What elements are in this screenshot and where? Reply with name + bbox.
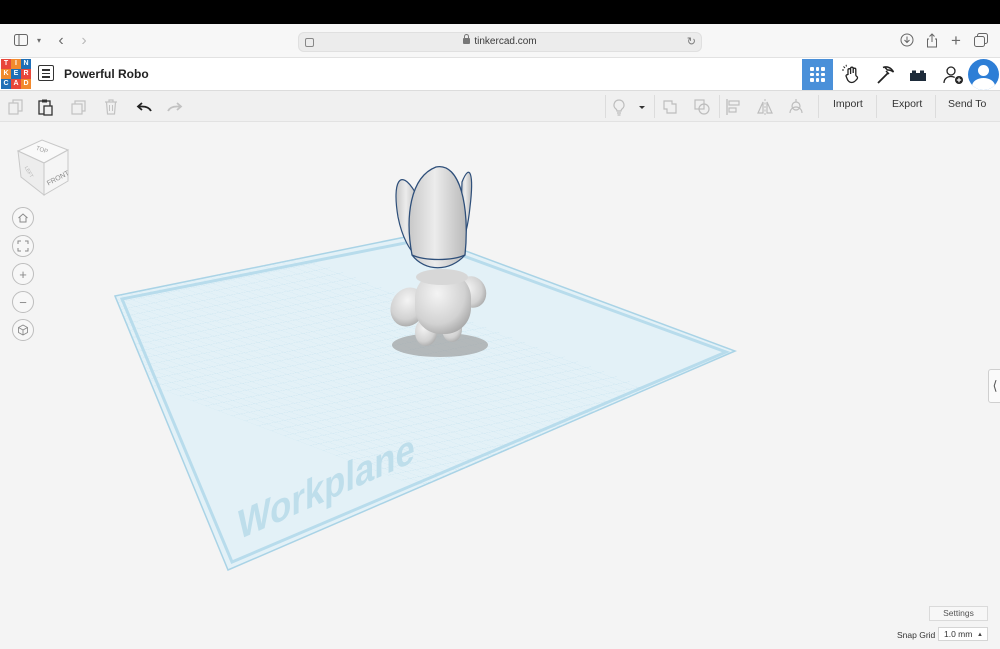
pickaxe-icon <box>876 65 894 84</box>
toolbar-divider <box>719 95 720 118</box>
scene-canvas[interactable]: Workplane <box>0 122 1000 649</box>
plus-icon: + <box>19 266 27 282</box>
bricks-view-button[interactable] <box>869 59 900 90</box>
edit-toolbar: Import Export Send To <box>0 91 1000 122</box>
logo-tile: A <box>11 79 21 89</box>
minus-icon: − <box>19 294 27 310</box>
toolbar-divider <box>654 95 655 118</box>
3d-viewport[interactable]: Workplane TOP FRONT LEFT + − ⟨ Settings … <box>0 122 1000 649</box>
zoom-in-button[interactable]: + <box>12 263 34 285</box>
group-icon[interactable] <box>661 98 679 116</box>
share-icon[interactable] <box>924 33 940 49</box>
brick-icon <box>909 70 926 81</box>
design-menu-icon[interactable] <box>38 65 54 81</box>
ungroup-icon[interactable] <box>693 98 711 116</box>
snap-grid-value: 1.0 mm <box>944 629 973 639</box>
add-user-icon <box>942 65 963 84</box>
send-to-button[interactable]: Send To <box>948 98 986 110</box>
perspective-cube-icon <box>18 324 28 336</box>
browser-toolbar: ▾ ‹ › tinkercad.com ↻ + <box>0 24 1000 58</box>
chevron-left-icon: ⟨ <box>992 378 998 393</box>
view-cube[interactable]: TOP FRONT LEFT <box>14 137 72 197</box>
reload-icon[interactable]: ↻ <box>687 35 696 48</box>
logo-tile: R <box>21 69 31 79</box>
tinkercad-logo[interactable]: TINKERCAD <box>1 59 31 89</box>
logo-tile: T <box>1 59 11 69</box>
back-icon[interactable]: ‹ <box>53 33 69 49</box>
notes-dropdown-icon[interactable] <box>636 98 648 116</box>
logo-tile: N <box>21 59 31 69</box>
app-header: TINKERCAD Powerful Robo <box>0 58 1000 91</box>
robot-shadow <box>392 333 488 357</box>
lock-icon <box>463 34 471 44</box>
undo-icon[interactable] <box>135 98 153 116</box>
zoom-out-button[interactable]: − <box>12 291 34 313</box>
device-status-bar <box>0 0 1000 24</box>
paste-icon[interactable] <box>37 98 55 116</box>
tab-overview-chevron-icon[interactable]: ▾ <box>31 33 47 49</box>
perspective-button[interactable] <box>12 319 34 341</box>
home-view-button[interactable] <box>12 207 34 229</box>
url-text: tinkercad.com <box>474 36 537 47</box>
3d-view-button[interactable] <box>802 59 833 90</box>
import-button[interactable]: Import <box>833 98 863 110</box>
logo-tile: K <box>1 69 11 79</box>
copy-icon[interactable] <box>7 98 25 116</box>
blocks-view-button[interactable] <box>836 59 867 90</box>
align-icon[interactable] <box>725 98 743 116</box>
cruise-icon[interactable] <box>787 98 805 116</box>
address-bar[interactable]: tinkercad.com ↻ <box>298 32 702 52</box>
workplane-grid[interactable] <box>0 228 1000 600</box>
snap-grid-select[interactable]: 1.0 mm ▲ <box>938 627 988 641</box>
sidebar-icon[interactable] <box>13 33 29 49</box>
grid-icon <box>810 67 825 82</box>
duplicate-icon[interactable] <box>70 98 88 116</box>
new-tab-icon[interactable]: + <box>948 32 964 49</box>
fit-all-icon <box>17 240 29 252</box>
logo-tile: I <box>11 59 21 69</box>
logo-tile: D <box>21 79 31 89</box>
toolbar-divider <box>818 95 819 118</box>
toolbar-divider <box>935 95 936 118</box>
shapes-panel-toggle[interactable]: ⟨ <box>988 369 1000 403</box>
lightbulb-icon[interactable] <box>610 98 628 116</box>
logo-tile: C <box>1 79 11 89</box>
mirror-icon[interactable] <box>756 98 774 116</box>
fit-view-button[interactable] <box>12 235 34 257</box>
forward-icon[interactable]: › <box>76 33 92 49</box>
redo-icon[interactable] <box>166 98 184 116</box>
settings-button[interactable]: Settings <box>929 606 988 621</box>
logo-tile: E <box>11 69 21 79</box>
tabs-icon[interactable] <box>973 33 989 49</box>
caret-up-icon: ▲ <box>977 632 983 638</box>
project-title[interactable]: Powerful Robo <box>64 67 149 81</box>
invite-user-button[interactable] <box>937 59 968 90</box>
toolbar-divider <box>605 95 606 118</box>
user-avatar[interactable] <box>968 59 999 90</box>
delete-icon[interactable] <box>102 98 120 116</box>
export-button[interactable]: Export <box>892 98 922 110</box>
snap-grid-label: Snap Grid <box>897 630 936 640</box>
toolbar-divider <box>876 95 877 118</box>
home-icon <box>18 213 28 223</box>
lego-bricks-button[interactable] <box>902 59 933 90</box>
download-icon[interactable] <box>899 33 915 49</box>
gesture-hand-icon <box>841 64 858 83</box>
